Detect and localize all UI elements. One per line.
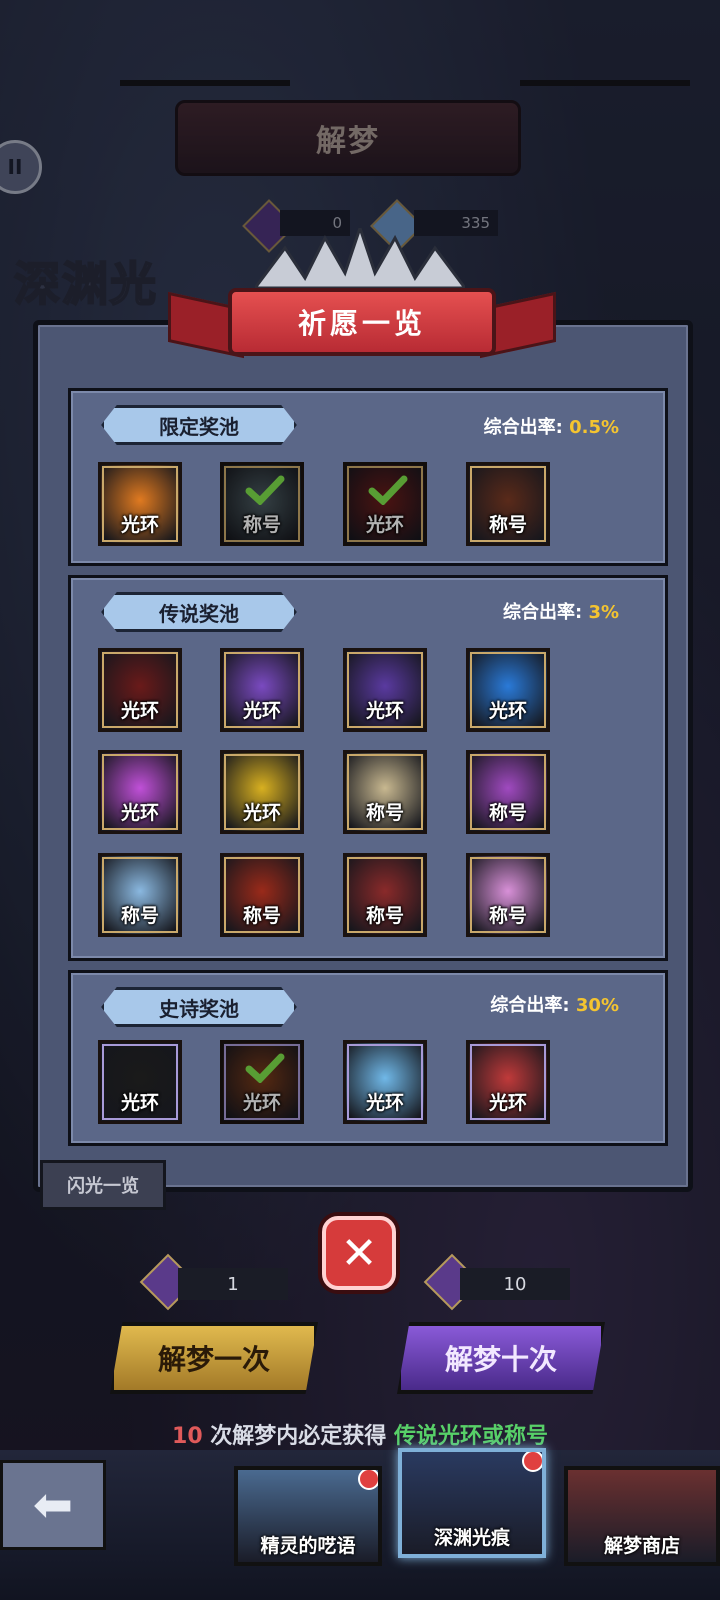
- reward-item[interactable]: 光环: [466, 648, 550, 732]
- owned-check-icon: [245, 475, 285, 505]
- reward-type-label: 称号: [120, 905, 159, 927]
- reward-item[interactable]: 光环: [98, 462, 182, 546]
- reward-item[interactable]: 光环: [343, 1040, 427, 1124]
- owned-check-icon: [245, 1053, 285, 1083]
- reward-type-label: 光环: [242, 802, 281, 824]
- pool-label: 史诗奖池: [101, 987, 297, 1027]
- notification-dot: [358, 1470, 378, 1490]
- draw-once-cost: 1: [178, 1268, 288, 1300]
- reward-item[interactable]: 光环: [466, 1040, 550, 1124]
- draw-ten-button[interactable]: 解梦十次: [397, 1322, 605, 1394]
- notification-dot: [522, 1452, 542, 1472]
- modal-title: 祈愿一览: [228, 288, 496, 356]
- reward-item[interactable]: 称号: [466, 750, 550, 834]
- reward-item[interactable]: 光环: [220, 1040, 304, 1124]
- reward-item[interactable]: 光环: [98, 1040, 182, 1124]
- close-button[interactable]: ✕: [322, 1216, 396, 1290]
- reward-type-label: 称号: [365, 905, 404, 927]
- draw-once-button[interactable]: 解梦一次: [110, 1322, 318, 1394]
- pool-rate-value: 3%: [588, 602, 619, 623]
- reward-item[interactable]: 称号: [343, 750, 427, 834]
- reward-type-label: 光环: [365, 1092, 404, 1114]
- reward-type-label: 光环: [488, 1092, 527, 1114]
- reward-type-label: 称号: [242, 905, 281, 927]
- pool-rate: 综合出率: 30%: [490, 991, 619, 1017]
- reward-item[interactable]: 光环: [98, 648, 182, 732]
- reward-item[interactable]: 称号: [466, 853, 550, 937]
- guarantee-notice: 10 次解梦内必定获得 传说光环或称号: [0, 1418, 720, 1450]
- flash-list-button[interactable]: 闪光一览: [40, 1160, 166, 1210]
- reward-item[interactable]: 称号: [98, 853, 182, 937]
- reward-item[interactable]: 光环: [343, 648, 427, 732]
- back-arrow-icon[interactable]: ⬅: [0, 1460, 106, 1550]
- reward-type-label: 称号: [488, 514, 527, 536]
- reward-type-label: 光环: [242, 1092, 281, 1114]
- guarantee-text: 次解梦内必定获得: [202, 1424, 394, 1449]
- owned-check-icon: [368, 475, 408, 505]
- guarantee-highlight: 传说光环或称号: [393, 1424, 548, 1449]
- pool-label: 传说奖池: [101, 592, 297, 632]
- reward-type-label: 称号: [365, 802, 404, 824]
- reward-item[interactable]: 光环: [220, 750, 304, 834]
- guarantee-count: 10: [172, 1424, 203, 1449]
- reward-type-label: 光环: [120, 514, 159, 536]
- reward-type-label: 光环: [120, 802, 159, 824]
- tab-label: 解梦商店: [603, 1535, 680, 1557]
- pool-rate: 综合出率: 0.5%: [484, 413, 619, 439]
- tab-label: 精灵的呓语: [260, 1535, 356, 1557]
- pool-rate-label: 综合出率:: [483, 417, 563, 438]
- reward-type-label: 光环: [365, 514, 404, 536]
- tab-abyss-light[interactable]: 深渊光痕: [398, 1448, 546, 1558]
- reward-type-label: 光环: [120, 700, 159, 722]
- reward-item[interactable]: 光环: [343, 462, 427, 546]
- reward-item[interactable]: 称号: [220, 462, 304, 546]
- crown-decoration: [255, 228, 465, 288]
- tab-dream-shop[interactable]: 解梦商店: [564, 1466, 720, 1566]
- reward-type-label: 光环: [488, 700, 527, 722]
- reward-item[interactable]: 光环: [220, 648, 304, 732]
- reward-type-label: 称号: [242, 514, 281, 536]
- reward-type-label: 光环: [242, 700, 281, 722]
- reward-type-label: 称号: [488, 905, 527, 927]
- reward-item[interactable]: 称号: [466, 462, 550, 546]
- reward-type-label: 光环: [365, 700, 404, 722]
- reward-item[interactable]: 光环: [98, 750, 182, 834]
- tab-label: 深渊光痕: [433, 1527, 510, 1549]
- pool-rate-value: 30%: [575, 995, 619, 1016]
- reward-type-label: 称号: [488, 802, 527, 824]
- pool-rate-value: 0.5%: [569, 417, 619, 438]
- pool-rate: 综合出率: 3%: [503, 598, 619, 624]
- reward-item[interactable]: 称号: [220, 853, 304, 937]
- pool-label: 限定奖池: [101, 405, 297, 445]
- tab-elf-whisper[interactable]: 精灵的呓语: [234, 1466, 382, 1566]
- pool-rate-label: 综合出率:: [490, 995, 570, 1016]
- pool-rate-label: 综合出率:: [502, 602, 583, 623]
- draw-ten-cost: 10: [460, 1268, 570, 1300]
- reward-item[interactable]: 称号: [343, 853, 427, 937]
- reward-type-label: 光环: [120, 1092, 159, 1114]
